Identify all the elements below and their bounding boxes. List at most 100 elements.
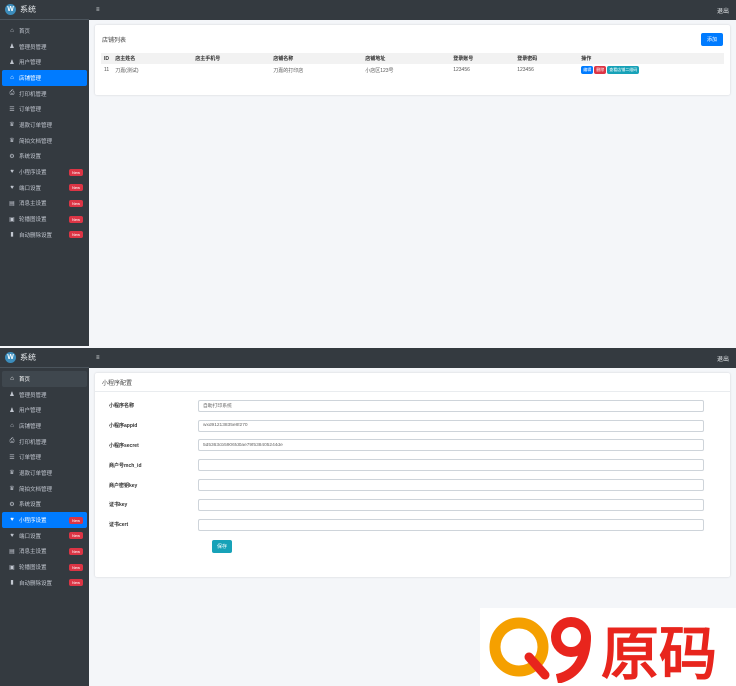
sidebar-item-4[interactable]: ⎙ 打印机管理	[2, 86, 87, 102]
config-card: 小程序配置 小程序名称小程序appid 小程序secret 商户号mch_id 商户密…	[95, 373, 730, 577]
sidebar-item-9[interactable]: ♥ 小程序设置 New	[2, 164, 87, 180]
form-row: 证书cert	[95, 515, 730, 535]
watermark-logo: 原码	[480, 608, 736, 686]
logout-link[interactable]: 退出	[717, 354, 729, 363]
main-content: 店铺列表 添加 ID 店主姓名 店主手机号 店铺名称 店铺地址 登录账号 登录密码 操作 11…	[89, 20, 736, 346]
shop-list-card: 店铺列表 添加 ID 店主姓名 店主手机号 店铺名称 店铺地址 登录账号 登录密码 操作 11…	[95, 25, 730, 95]
field-label: 证书cert	[109, 522, 129, 529]
table-body: 11 刀嘉(测试) 刀嘉的打印店 小店区123号 123456 123456 编辑 删除 查看店…	[101, 64, 724, 76]
nav-item-icon: ⌂	[10, 375, 14, 382]
nav-item-icon: ▮	[10, 580, 14, 587]
config-form: 小程序名称小程序appid 小程序secret 商户号mch_id 商户密钥key 证书…	[95, 392, 730, 535]
sidebar-item-label: 轮播图设置	[19, 565, 47, 572]
nav-item-icon: ♥	[10, 184, 14, 191]
delete-button[interactable]: 删除	[594, 66, 607, 74]
table-cell: 123456	[517, 67, 534, 73]
sidebar-item-11[interactable]: ▤ 消息主设置 New	[2, 544, 87, 560]
sidebar-item-8[interactable]: ⚙ 系统设置	[2, 497, 87, 513]
form-row: 小程序名称	[95, 396, 730, 416]
sidebar-item-5[interactable]: ☰ 订单管理	[2, 101, 87, 117]
sidebar-item-9[interactable]: ♥ 小程序设置 New	[2, 512, 87, 528]
sidebar-item-label: 退款订单管理	[19, 122, 53, 129]
form-row: 小程序appid	[95, 416, 730, 436]
sidebar-item-label: 管理员管理	[19, 44, 47, 51]
sidebar-item-10[interactable]: ♥ 端口设置 New	[2, 180, 87, 196]
config-input-3[interactable]	[198, 459, 704, 472]
config-input-5[interactable]	[198, 498, 704, 511]
sidebar-item-label: 系统设置	[19, 502, 42, 509]
sidebar-item-label: 用户管理	[19, 60, 42, 67]
sidebar-item-6[interactable]: ♛ 退款订单管理	[2, 465, 87, 481]
sidebar-item-1[interactable]: ♟ 管理员管理	[2, 39, 87, 55]
sidebar-item-2[interactable]: ♟ 用户管理	[2, 54, 87, 70]
sidebar-item-3[interactable]: ⌂ 店铺管理	[2, 70, 87, 86]
sidebar-item-4[interactable]: ⎙ 打印机管理	[2, 434, 87, 450]
field-label: 商户密钥key	[109, 482, 138, 489]
sidebar-nav: ⌂ 首页 ♟ 管理员管理 ♟ 用户管理 ⌂ 店铺管理 ⎙ 打印机管理 ☰ 订单管理 ♛ 退款订单管理 ♛ 简拍…	[0, 20, 89, 243]
add-shop-button[interactable]: 添加	[700, 32, 723, 46]
sidebar-item-11[interactable]: ▤ 消息主设置 New	[2, 196, 87, 212]
sidebar-item-0[interactable]: ⌂ 首页	[2, 371, 87, 387]
nav-item-icon: ♥	[10, 169, 14, 176]
menu-toggle-icon[interactable]: ≡	[96, 7, 100, 13]
sidebar-item-7[interactable]: ♛ 简拍文档管理	[2, 481, 87, 497]
nav-item-icon: ♟	[9, 407, 15, 414]
column-header: 店铺名称	[270, 53, 363, 64]
config-input-2[interactable]	[198, 439, 704, 452]
sidebar-item-6[interactable]: ♛ 退款订单管理	[2, 117, 87, 133]
sidebar-item-8[interactable]: ⚙ 系统设置	[2, 149, 87, 165]
brand[interactable]: W 系统	[0, 0, 89, 20]
sidebar-item-13[interactable]: ▮ 自动删除设置 New	[2, 227, 87, 243]
sidebar-item-12[interactable]: ▣ 轮播图设置 New	[2, 211, 87, 227]
sidebar-item-13[interactable]: ▮ 自动删除设置 New	[2, 575, 87, 591]
sidebar-item-0[interactable]: ⌂ 首页	[2, 23, 87, 39]
view-qrcode-button[interactable]: 查看店铺二维码	[607, 66, 640, 74]
nav-item-icon: ⌂	[10, 74, 14, 81]
sidebar-item-label: 消息主设置	[19, 201, 47, 208]
sidebar-item-2[interactable]: ♟ 用户管理	[2, 402, 87, 418]
brand[interactable]: W 系统	[0, 348, 89, 368]
config-input-6[interactable]	[198, 518, 704, 531]
sidebar-item-label: 端口设置	[19, 533, 42, 540]
nav-item-icon: ♛	[9, 486, 15, 493]
shop-table: ID 店主姓名 店主手机号 店铺名称 店铺地址 登录账号 登录密码 操作 11 刀嘉(测试) 刀嘉…	[101, 53, 724, 76]
logout-link[interactable]: 退出	[717, 6, 729, 15]
nav-item-icon: ⚙	[9, 501, 15, 508]
sidebar-item-5[interactable]: ☰ 订单管理	[2, 449, 87, 465]
field-label: 证书key	[109, 502, 128, 509]
table-cell: 刀嘉(测试)	[115, 67, 139, 74]
form-row: 商户密钥key	[95, 475, 730, 495]
form-row: 证书key	[95, 495, 730, 515]
sidebar-item-label: 简拍文档管理	[19, 138, 53, 145]
config-input-1[interactable]	[198, 419, 704, 432]
column-header: 店主手机号	[192, 53, 271, 64]
new-badge: New	[68, 547, 83, 555]
action-cell: 编辑 删除 查看店铺二维码	[578, 64, 724, 76]
sidebar-item-12[interactable]: ▣ 轮播图设置 New	[2, 559, 87, 575]
sidebar-nav: ⌂ 首页 ♟ 管理员管理 ♟ 用户管理 ⌂ 店铺管理 ⎙ 打印机管理 ☰ 订单管理 ♛ 退款订单管理 ♛ 简拍…	[0, 368, 89, 591]
shop-list-screen: W 系统 ⌂ 首页 ♟ 管理员管理 ♟ 用户管理 ⌂ 店铺管理 ⎙ 打印机管理 ☰ 订单管理 ♛ 退款订单…	[0, 0, 736, 346]
sidebar-item-label: 首页	[19, 28, 31, 35]
new-badge: New	[68, 516, 83, 524]
top-navbar: ≡ 退出	[89, 0, 736, 20]
field-label: 小程序appid	[109, 423, 138, 430]
menu-toggle-icon[interactable]: ≡	[96, 355, 100, 361]
sidebar-item-label: 订单管理	[19, 107, 42, 114]
sidebar-item-10[interactable]: ♥ 端口设置 New	[2, 528, 87, 544]
table-cell: 11	[104, 67, 110, 73]
edit-button[interactable]: 编辑	[581, 66, 594, 74]
save-button[interactable]: 保存	[212, 539, 233, 553]
form-row: 商户号mch_id	[95, 455, 730, 475]
sidebar-item-label: 小程序设置	[19, 170, 47, 177]
nav-item-icon: ♛	[9, 470, 15, 477]
field-label: 商户号mch_id	[109, 462, 142, 469]
new-badge: New	[68, 168, 83, 176]
nav-item-icon: ☰	[9, 454, 15, 461]
sidebar-item-1[interactable]: ♟ 管理员管理	[2, 387, 87, 403]
table-cell: 刀嘉的打印店	[273, 67, 304, 74]
sidebar-item-7[interactable]: ♛ 简拍文档管理	[2, 133, 87, 149]
sidebar-item-3[interactable]: ⌂ 店铺管理	[2, 418, 87, 434]
config-input-0[interactable]	[198, 399, 704, 412]
nav-item-icon: ▣	[9, 564, 15, 571]
config-input-4[interactable]	[198, 479, 704, 492]
